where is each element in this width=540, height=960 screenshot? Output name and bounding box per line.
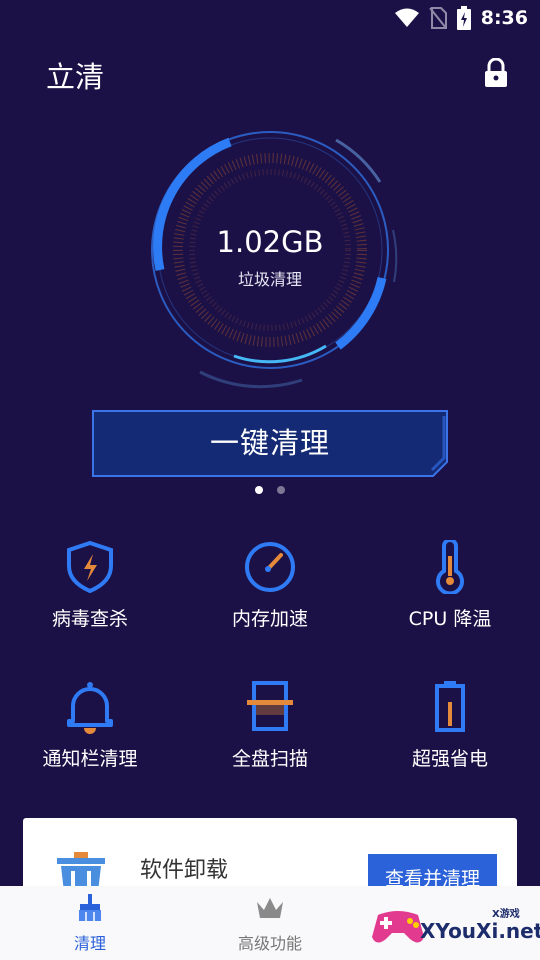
- one-key-clean-label: 一键清理: [209, 426, 330, 460]
- one-key-clean-button[interactable]: 一键清理: [90, 408, 450, 478]
- status-time: 8:36: [480, 7, 528, 29]
- tool-full-scan[interactable]: 全盘扫描: [180, 680, 360, 790]
- shield-bolt-icon: [67, 540, 113, 594]
- tool-label: CPU 降温: [408, 608, 492, 630]
- xyouxi-watermark: X游戏 XYouXi.net: [370, 897, 540, 953]
- tool-virus-scan[interactable]: 病毒查杀: [0, 540, 180, 650]
- wifi-icon: [394, 8, 419, 27]
- nav-item-advanced[interactable]: 高级功能: [180, 894, 360, 954]
- watermark-text: XYouXi.net: [420, 919, 540, 943]
- crown-icon: [257, 898, 283, 918]
- tool-label: 全盘扫描: [231, 748, 308, 770]
- junk-size: 1.02GB: [216, 225, 324, 259]
- battery-charging-icon: [456, 6, 471, 30]
- pager-dot-active: [255, 486, 263, 494]
- tool-notification-clean[interactable]: 通知栏清理: [0, 680, 180, 790]
- pager-dots: [255, 486, 285, 494]
- scan-icon: [247, 681, 293, 731]
- tool-memory-boost[interactable]: 内存加速: [180, 540, 360, 650]
- app-title: 立清: [46, 60, 105, 94]
- gamepad-logo-icon: [372, 911, 424, 943]
- pager-dot: [277, 486, 285, 494]
- bell-icon: [67, 682, 113, 734]
- nav-label: 高级功能: [237, 934, 302, 953]
- tool-label: 通知栏清理: [42, 748, 138, 770]
- lock-icon[interactable]: [483, 58, 509, 88]
- junk-summary: 1.02GB 垃圾清理: [130, 222, 410, 290]
- status-bar: 8:36: [0, 0, 540, 36]
- watermark-small-text: X游戏: [492, 909, 520, 920]
- tool-label: 内存加速: [231, 608, 308, 630]
- tool-label: 超强省电: [411, 748, 488, 770]
- battery-icon: [435, 681, 465, 732]
- speedometer-icon: [245, 542, 295, 592]
- broom-icon: [79, 894, 101, 921]
- card-title: 软件卸载: [140, 858, 229, 883]
- thermometer-icon: [436, 540, 464, 594]
- tool-cpu-cooling[interactable]: CPU 降温: [360, 540, 540, 650]
- no-sim-icon: [428, 7, 447, 29]
- junk-label: 垃圾清理: [237, 270, 302, 289]
- tool-label: 病毒查杀: [51, 608, 128, 630]
- tool-power-saving[interactable]: 超强省电: [360, 680, 540, 790]
- nav-item-clean[interactable]: 清理: [0, 894, 180, 954]
- nav-label: 清理: [73, 934, 106, 953]
